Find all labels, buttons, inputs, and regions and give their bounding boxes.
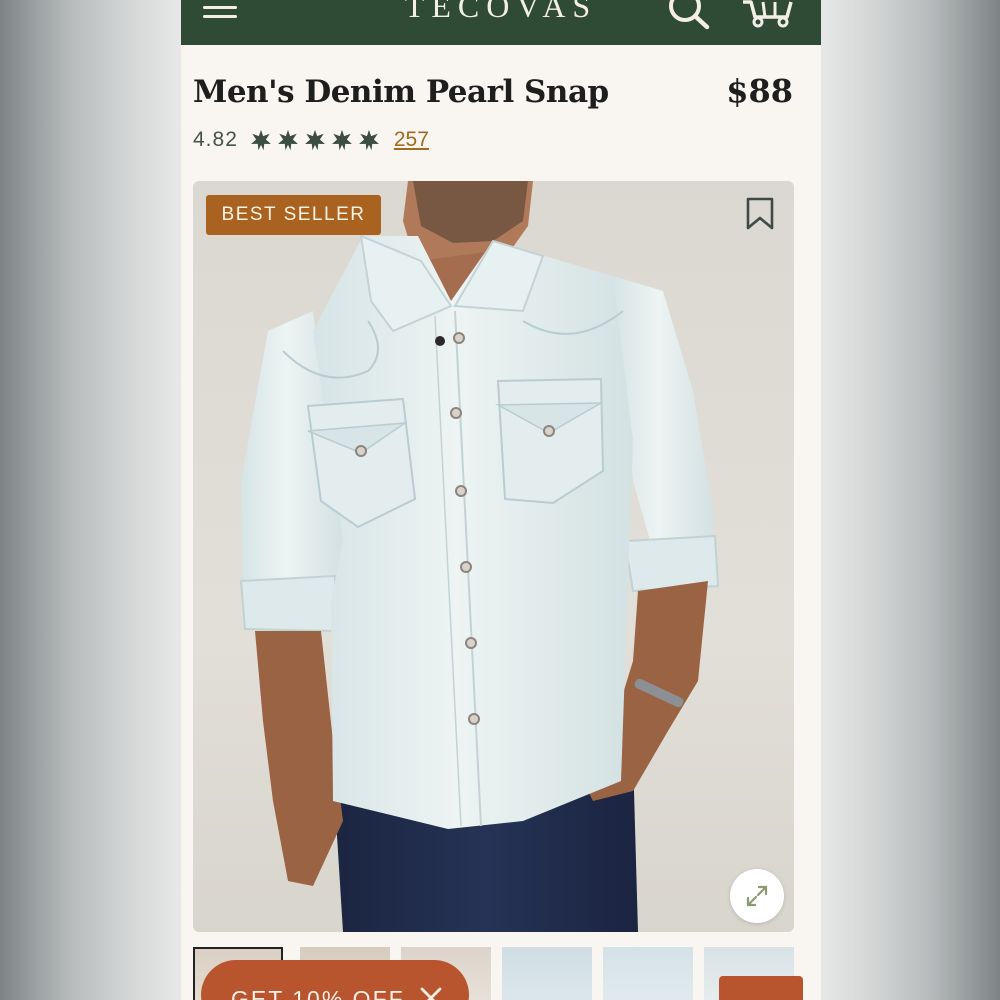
best-seller-badge: BEST SELLER [206, 195, 381, 235]
product-image[interactable]: BEST SELLER [193, 181, 794, 932]
promo-discount-pill[interactable]: GET 10% OFF [201, 960, 469, 1000]
chat-tab[interactable] [719, 976, 803, 1000]
top-nav-bar: TECOVAS [181, 0, 821, 45]
product-page: TECOVAS Men's Denim Pearl Snap $88 4.82 … [181, 0, 821, 1000]
star-icon [250, 129, 271, 151]
expand-image-button[interactable] [730, 869, 784, 923]
product-price: $88 [726, 72, 793, 110]
star-rating [250, 129, 380, 151]
star-icon [277, 129, 298, 151]
expand-icon [746, 885, 768, 907]
star-icon [358, 129, 379, 151]
close-icon[interactable] [419, 986, 443, 1000]
bookmark-icon[interactable] [744, 196, 776, 232]
brand-logo[interactable]: TECOVAS [181, 0, 821, 25]
product-photo [239, 181, 720, 932]
rating-value: 4.82 [193, 128, 238, 151]
promo-label: GET 10% OFF [231, 986, 405, 1000]
rating-summary: 4.82 257 [193, 127, 429, 153]
product-title: Men's Denim Pearl Snap [193, 74, 609, 110]
thumbnail-5[interactable] [603, 947, 693, 1000]
cart-icon[interactable] [741, 0, 795, 30]
search-icon[interactable] [665, 0, 713, 30]
review-count-link[interactable]: 257 [394, 128, 429, 152]
star-icon [304, 129, 325, 151]
thumbnail-4[interactable] [502, 947, 592, 1000]
star-icon [331, 129, 352, 151]
